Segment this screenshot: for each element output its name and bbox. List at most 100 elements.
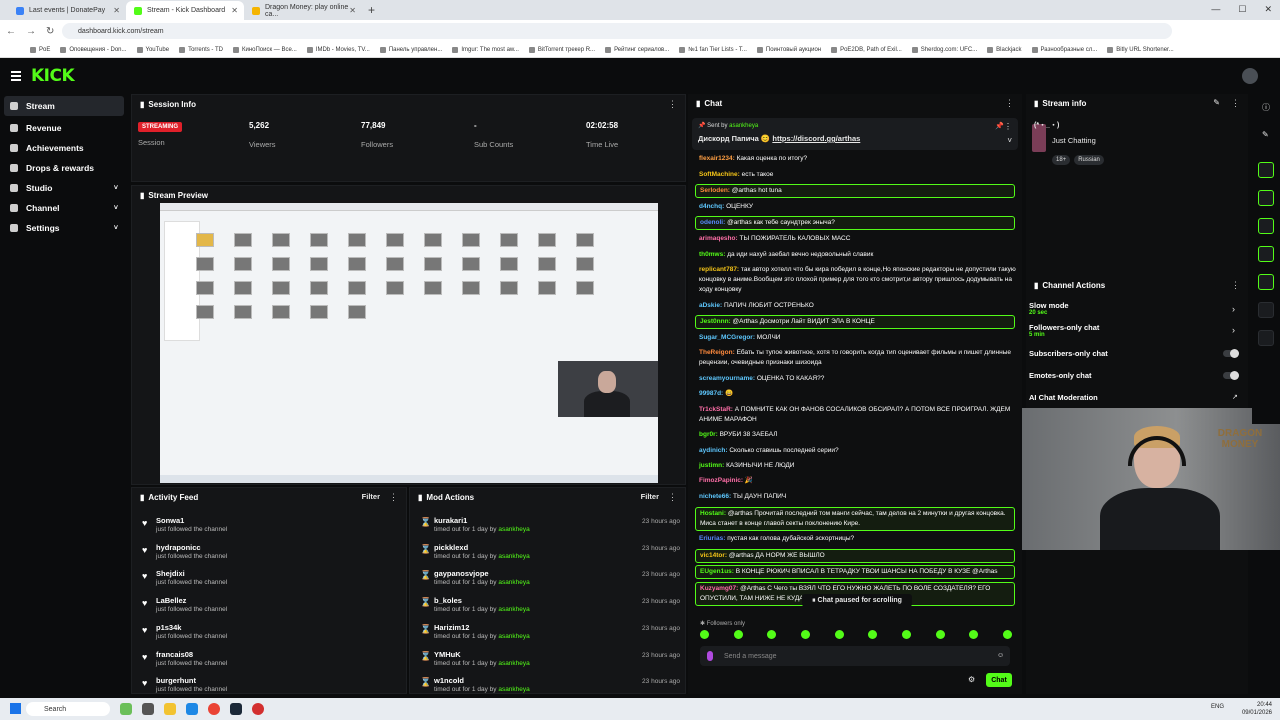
sidebar-item-settings[interactable]: Settings ˅ xyxy=(0,218,128,238)
reload-icon[interactable]: ↻ xyxy=(46,26,54,37)
rail-tool-button[interactable] xyxy=(1258,218,1274,234)
rail-tool-button[interactable] xyxy=(1258,246,1274,262)
sidebar-item-studio[interactable]: Studio ˅ xyxy=(0,178,128,198)
pin-icon[interactable]: 📌 xyxy=(995,122,1004,130)
rail-tool-button[interactable] xyxy=(1258,190,1274,206)
chat-message[interactable]: EUgen1us: В КОНЦЕ РЮКИЧ ВПИСАЛ В ТЕТРАДК… xyxy=(695,565,1015,579)
rail-tool-button[interactable] xyxy=(1258,330,1274,346)
bookmark-item[interactable]: YouTube xyxy=(136,46,169,53)
avatar[interactable] xyxy=(1242,68,1258,84)
windows-start-icon[interactable] xyxy=(10,703,21,714)
chat-username[interactable]: flexair1234: xyxy=(699,155,735,162)
send-chat-button[interactable]: Chat xyxy=(986,673,1012,687)
bookmark-item[interactable]: Панель управлен... xyxy=(379,46,442,53)
ai-moderation-action[interactable]: AI Chat Moderation xyxy=(1029,393,1098,402)
bookmark-item[interactable]: №1 fan Tier Lists - T... xyxy=(679,46,747,53)
chat-username[interactable]: nichete66: xyxy=(699,493,731,500)
gear-icon[interactable]: ⚙ xyxy=(968,675,975,684)
chat-message[interactable]: aydinich: Сколько ставишь последней сери… xyxy=(699,446,1017,456)
bookmark-item[interactable]: Sherdog.com: UFC... xyxy=(911,46,977,53)
more-icon[interactable]: ⋮ xyxy=(668,492,677,503)
chat-username[interactable]: Kuzyamg07: xyxy=(700,585,738,592)
chat-username[interactable]: aydinich: xyxy=(699,447,728,454)
sidebar-item-revenue[interactable]: Revenue xyxy=(0,118,128,138)
emoji-picker-icon[interactable]: ☺ xyxy=(997,652,1004,659)
chat-message[interactable]: vic14tor: @arthas ДА НОРМ ЖЕ ВЫШЛО xyxy=(695,549,1015,563)
bookmark-item[interactable]: Оповещения - Don... xyxy=(60,46,127,53)
emote-icon[interactable] xyxy=(901,630,911,639)
followers-only-action[interactable]: Followers-only chat 5 min xyxy=(1029,323,1099,338)
mod-action-row[interactable]: ⌛ w1ncold timed out for 1 day by asankheya… xyxy=(418,674,680,700)
chat-username[interactable]: Jest0nnn: xyxy=(700,318,731,325)
emote-icon[interactable] xyxy=(868,630,878,639)
bookmark-item[interactable]: Torrents - TD xyxy=(179,46,223,53)
chat-message[interactable]: nichete66: ТЫ ДАУН ПАПИЧ xyxy=(699,492,1017,502)
chat-username[interactable]: odenoli: xyxy=(700,219,725,226)
taskbar-search[interactable]: Search xyxy=(26,702,110,716)
taskbar-app-icon[interactable] xyxy=(142,703,154,715)
chat-message[interactable]: Jest0nnn: @Arthas Досмотри Лайт ВИДИТ ЭЛ… xyxy=(695,315,1015,329)
chat-username[interactable]: Sugar_MCGregor: xyxy=(699,334,755,341)
filter-button[interactable]: Filter xyxy=(362,492,380,501)
keyboard-language[interactable]: ENG xyxy=(1211,704,1224,710)
mod-action-row[interactable]: ⌛ YMHuK timed out for 1 day by asankheya 23… xyxy=(418,648,680,674)
sidebar-item-stream[interactable]: Stream xyxy=(4,96,124,116)
bookmark-item[interactable]: Blackjack xyxy=(987,46,1022,53)
chat-paused-banner[interactable]: ⏸ Chat paused for scrolling xyxy=(802,594,912,607)
pinned-link[interactable]: https://discord.gg/arthas xyxy=(772,134,860,143)
rail-tool-button[interactable] xyxy=(1258,302,1274,318)
chat-message[interactable]: Tr1ckStaR: А ПОМНИТЕ КАК ОН ФАНОВ СОСАЛИ… xyxy=(699,405,1017,425)
emote-icon[interactable] xyxy=(700,630,709,639)
mod-action-row[interactable]: ⌛ Harizim12 timed out for 1 day by asankhe… xyxy=(418,621,680,647)
close-window-icon[interactable]: ✕ xyxy=(1264,4,1272,15)
sidebar-item-channel[interactable]: Channel ˅ xyxy=(0,198,128,218)
more-icon[interactable]: ⋮ xyxy=(1005,98,1014,109)
new-tab-icon[interactable]: + xyxy=(368,3,375,17)
more-icon[interactable]: ⋮ xyxy=(1231,98,1240,109)
chat-message[interactable]: SoftMachine: есть такое xyxy=(699,170,1017,180)
mod-action-row[interactable]: ⌛ gaypanosvjope timed out for 1 day by asa… xyxy=(418,567,680,593)
address-bar[interactable]: dashboard.kick.com/stream xyxy=(62,23,1172,39)
chat-message[interactable]: Hostani: @arthas Прочитай последний том … xyxy=(695,507,1015,531)
bookmark-item[interactable]: Поинтовый аукцион xyxy=(756,46,821,53)
forward-icon[interactable]: → xyxy=(26,26,36,37)
steam-icon[interactable] xyxy=(230,703,242,715)
chat-message[interactable]: aDskie: ПАПИЧ ЛЮБИТ ОСТРЕНЬКО xyxy=(699,301,1017,311)
bookmark-item[interactable]: PoE2DB, Path of Exil... xyxy=(831,46,902,53)
subscribers-only-toggle[interactable] xyxy=(1223,349,1239,358)
chat-username[interactable]: EUgen1us: xyxy=(700,568,734,575)
taskbar-app-icon[interactable] xyxy=(186,703,198,715)
chat-message[interactable]: FimozPapinic: 🎉 xyxy=(699,476,1017,486)
more-icon[interactable]: ⋮ xyxy=(668,99,677,110)
browser-tab-kick[interactable]: Stream - Kick Dashboard ✕ xyxy=(126,1,244,20)
mod-action-row[interactable]: ⌛ b_koles timed out for 1 day by asankheya… xyxy=(418,594,680,620)
bookmark-item[interactable]: Bitly URL Shortener... xyxy=(1107,46,1174,53)
chat-username[interactable]: 99987d: xyxy=(699,390,723,397)
more-icon[interactable]: ⋮ xyxy=(1231,280,1240,291)
stream-category[interactable]: Just Chatting xyxy=(1052,136,1096,145)
chat-message[interactable]: Sugar_MCGregor: МОЛЧИ xyxy=(699,333,1017,343)
emote-icon[interactable] xyxy=(733,630,743,639)
close-tab-icon[interactable]: ✕ xyxy=(349,6,356,15)
chrome-icon[interactable] xyxy=(208,703,220,715)
chat-message[interactable]: 99987d: 😄 xyxy=(699,389,1017,399)
browser-tab-donatepay[interactable]: Last events | DonatePay ✕ xyxy=(8,1,126,20)
kick-logo[interactable]: KICK xyxy=(31,66,75,86)
emotes-only-toggle[interactable] xyxy=(1223,371,1239,380)
emote-icon[interactable] xyxy=(1002,630,1012,639)
emote-icon[interactable] xyxy=(767,630,777,639)
minimize-icon[interactable]: — xyxy=(1211,4,1220,15)
sidebar-item-drops[interactable]: Drops & rewards xyxy=(0,158,128,178)
chat-username[interactable]: FimozPapinic: xyxy=(699,477,743,484)
chat-message[interactable]: screamyourname: ОЦЕНКА ТО КАКАЯ?? xyxy=(699,374,1017,384)
chat-message[interactable]: justimn: КАЗИНЫЧИ НЕ ЛЮДИ xyxy=(699,461,1017,471)
microphone-icon[interactable] xyxy=(707,651,713,661)
chevron-right-icon[interactable]: › xyxy=(1232,325,1235,335)
chat-message[interactable]: odenoli: @arthas как тебе саундтрек эныч… xyxy=(695,216,1015,230)
close-tab-icon[interactable]: ✕ xyxy=(113,6,120,15)
stream-preview-video[interactable] xyxy=(160,203,658,483)
external-link-icon[interactable]: ↗ xyxy=(1232,393,1238,401)
slow-mode-action[interactable]: Slow mode 20 sec xyxy=(1029,301,1069,316)
chat-username[interactable]: d4nchq: xyxy=(699,203,724,210)
chat-username[interactable]: replicant787: xyxy=(699,266,739,273)
